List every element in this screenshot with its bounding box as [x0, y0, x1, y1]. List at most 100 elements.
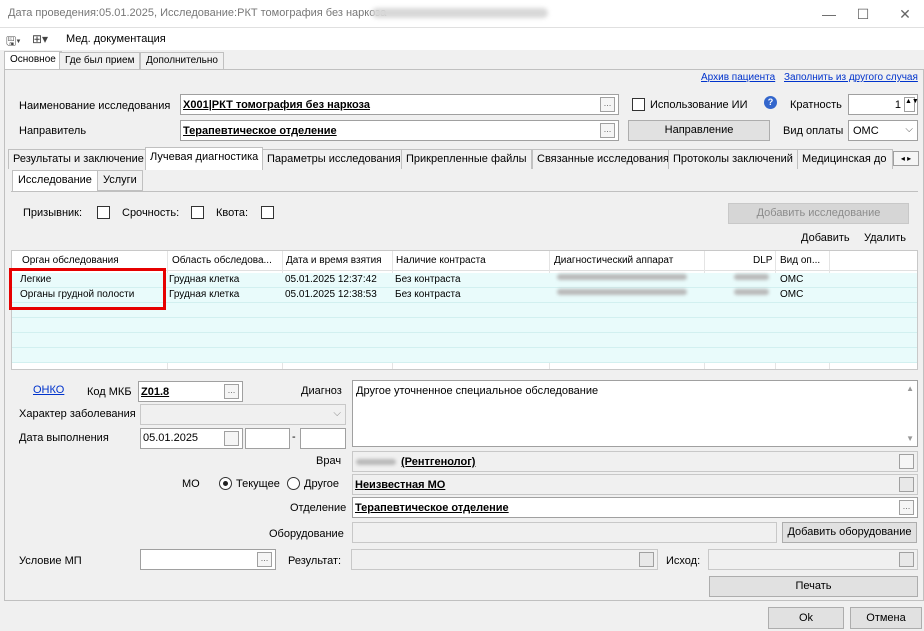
- mkb-field[interactable]: Z01.8 …: [138, 381, 243, 402]
- cancel-button[interactable]: Отмена: [850, 607, 922, 629]
- cell-datetime: 05.01.2025 12:37:42: [285, 274, 377, 285]
- dept-field[interactable]: Терапевтическое отделение …: [352, 497, 918, 518]
- mo-value: Неизвестная МО: [355, 479, 446, 491]
- add-study-button[interactable]: Добавить исследование: [728, 203, 909, 224]
- col-contrast[interactable]: Наличие контраста: [396, 255, 486, 266]
- table-row-empty: [12, 333, 917, 348]
- mkb-label: Код МКБ: [87, 386, 132, 398]
- result-picker-icon[interactable]: [639, 552, 654, 567]
- save-menu-icon[interactable]: 🖫▾: [6, 32, 21, 53]
- fill-from-other-link[interactable]: Заполнить из другого случая: [784, 72, 918, 83]
- mo-other-radio[interactable]: [287, 477, 300, 490]
- close-button[interactable]: ✕: [890, 4, 920, 24]
- mkb-value: Z01.8: [141, 386, 170, 398]
- scroll-down-icon[interactable]: ▼: [906, 434, 914, 443]
- quota-label: Квота:: [216, 207, 249, 219]
- tab-results[interactable]: Результаты и заключение: [8, 149, 149, 169]
- dept-picker-icon[interactable]: …: [899, 500, 914, 515]
- calendar-icon[interactable]: [224, 431, 239, 446]
- col-device[interactable]: Диагностический аппарат: [554, 255, 673, 266]
- equipment-label: Оборудование: [269, 528, 344, 540]
- tab-scroll-arrows-icon[interactable]: ◂ ▸: [893, 151, 919, 166]
- grid-add-button[interactable]: Добавить: [801, 232, 850, 244]
- tab-attached-files[interactable]: Прикрепленные файлы: [401, 149, 532, 169]
- payment-select[interactable]: ОМС ⌵: [848, 120, 918, 141]
- conscript-checkbox[interactable]: [97, 206, 110, 219]
- cell-area: Грудная клетка: [169, 274, 240, 285]
- study-field[interactable]: X001|РКТ томография без наркоза …: [180, 94, 619, 115]
- chevron-down-icon: ⌵: [905, 124, 913, 135]
- doctor-name-redacted: [356, 459, 396, 465]
- outcome-field[interactable]: [708, 549, 918, 570]
- minimize-button[interactable]: —: [814, 4, 844, 24]
- exec-date-field[interactable]: 05.01.2025: [140, 428, 243, 449]
- tab-conclusion-protocols[interactable]: Протоколы заключений: [668, 149, 798, 169]
- disease-label: Характер заболевания: [19, 408, 136, 420]
- result-field[interactable]: [351, 549, 658, 570]
- grid-delete-button[interactable]: Удалить: [864, 232, 906, 244]
- add-equipment-button[interactable]: Добавить оборудование: [782, 522, 917, 543]
- equipment-field[interactable]: [352, 522, 777, 543]
- mo-label: МО: [182, 478, 200, 490]
- onko-link[interactable]: ОНКО: [33, 384, 64, 396]
- col-datetime[interactable]: Дата и время взятия: [286, 255, 382, 266]
- col-area[interactable]: Область обследова...: [172, 255, 272, 266]
- outcome-picker-icon[interactable]: [899, 552, 914, 567]
- tab-linked-studies[interactable]: Связанные исследования: [532, 149, 674, 169]
- tab-study[interactable]: Исследование: [12, 170, 98, 191]
- doctor-picker-icon[interactable]: [899, 454, 914, 469]
- referrer-picker-icon[interactable]: …: [600, 123, 615, 138]
- print-button[interactable]: Печать: [709, 576, 918, 597]
- mo-other-label: Другое: [304, 478, 339, 490]
- ai-usage-checkbox[interactable]: [632, 98, 645, 111]
- tab-additional[interactable]: Дополнительно: [140, 52, 224, 69]
- mo-picker-icon[interactable]: [899, 477, 914, 492]
- outcome-label: Исход:: [666, 555, 701, 567]
- urgency-label: Срочность:: [122, 207, 180, 219]
- med-docs-menu[interactable]: Мед. документация: [66, 33, 166, 45]
- tab-services[interactable]: Услуги: [97, 170, 143, 191]
- help-icon[interactable]: ?: [764, 96, 777, 109]
- multiplicity-label: Кратность: [790, 99, 842, 111]
- maximize-button[interactable]: ☐: [848, 4, 878, 24]
- col-dlp[interactable]: DLP: [753, 255, 772, 266]
- tree-menu-icon[interactable]: ⊞▾: [32, 32, 48, 46]
- spin-arrows-icon[interactable]: ▲▼: [904, 97, 919, 112]
- study-picker-icon[interactable]: …: [600, 97, 615, 112]
- ok-button[interactable]: Ok: [768, 607, 844, 629]
- cell-dlp-redacted: [734, 289, 769, 295]
- condition-picker-icon[interactable]: …: [257, 552, 272, 567]
- exec-time-to[interactable]: [300, 428, 346, 449]
- patient-archive-link[interactable]: Архив пациента: [701, 72, 775, 83]
- section-tabs: Результаты и заключение Лучевая диагност…: [8, 147, 920, 170]
- referrer-field[interactable]: Терапевтическое отделение …: [180, 120, 619, 141]
- col-organ[interactable]: Орган обследования: [22, 255, 119, 266]
- cell-dlp-redacted: [734, 274, 769, 280]
- dept-label: Отделение: [290, 502, 347, 514]
- tab-medical-docs[interactable]: Медицинская до: [797, 149, 893, 169]
- quota-checkbox[interactable]: [261, 206, 274, 219]
- tab-radiology[interactable]: Лучевая диагностика: [145, 147, 264, 170]
- tab-where-received[interactable]: Где был прием: [59, 52, 141, 69]
- doctor-label: Врач: [316, 455, 342, 467]
- diagnosis-textarea[interactable]: Другое уточненное специальное обследован…: [352, 380, 918, 447]
- mo-current-radio[interactable]: [219, 477, 232, 490]
- tab-study-params[interactable]: Параметры исследования: [262, 149, 406, 169]
- condition-field[interactable]: …: [140, 549, 276, 570]
- multiplicity-stepper[interactable]: 1 ▲▼: [848, 94, 919, 115]
- mo-field[interactable]: Неизвестная МО: [352, 474, 918, 495]
- col-payment[interactable]: Вид оп...: [780, 255, 820, 266]
- scroll-up-icon[interactable]: ▲: [906, 384, 914, 393]
- exec-time-from[interactable]: [245, 428, 290, 449]
- urgency-checkbox[interactable]: [191, 206, 204, 219]
- mkb-picker-icon[interactable]: …: [224, 384, 239, 399]
- tab-main[interactable]: Основное: [4, 51, 62, 70]
- doctor-field[interactable]: (Рентгенолог): [352, 451, 918, 472]
- payment-value: ОМС: [853, 125, 879, 137]
- disease-select[interactable]: ⌵: [140, 404, 346, 425]
- direction-button[interactable]: Направление: [628, 120, 770, 141]
- table-row-empty: [12, 348, 917, 363]
- time-dash: -: [292, 431, 296, 443]
- multiplicity-value: 1: [894, 99, 901, 111]
- window-title-redacted: [372, 8, 548, 18]
